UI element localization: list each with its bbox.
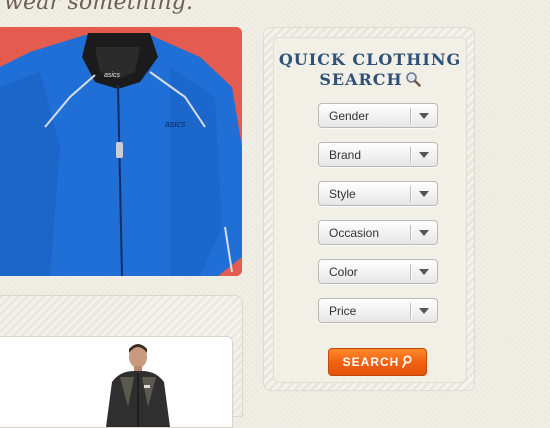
magnifier-icon <box>405 71 421 92</box>
search-button[interactable]: SEARCH <box>328 348 427 376</box>
chevron-down-icon <box>419 230 429 236</box>
select-divider <box>410 147 411 163</box>
brand-select[interactable]: Brand <box>318 142 438 167</box>
product-listing-panel <box>0 295 243 428</box>
search-icon <box>402 351 412 377</box>
select-divider <box>410 264 411 280</box>
style-select[interactable]: Style <box>318 181 438 206</box>
product-card[interactable] <box>0 336 233 428</box>
gender-select[interactable]: Gender <box>318 103 438 128</box>
price-select-label: Price <box>329 304 357 318</box>
quick-search-title-line2: SEARCH <box>274 70 466 92</box>
collar-brand-mark: asics <box>104 72 120 79</box>
select-divider <box>410 108 411 124</box>
quick-search-panel: QUICK CLOTHING SEARCH Gender Brand Style… <box>273 37 467 383</box>
quick-search-title-text: SEARCH <box>319 70 403 89</box>
style-select-label: Style <box>329 187 356 201</box>
featured-product-image[interactable]: asics asics <box>0 27 242 276</box>
select-divider <box>410 303 411 319</box>
brand-select-label: Brand <box>329 148 362 162</box>
chevron-down-icon <box>419 113 429 119</box>
color-select[interactable]: Color <box>318 259 438 284</box>
quick-search-widget: QUICK CLOTHING SEARCH Gender Brand Style… <box>263 27 475 391</box>
tagline: wear something. <box>4 0 194 15</box>
model-photo <box>0 337 232 427</box>
quick-search-title-line1: QUICK CLOTHING <box>278 50 462 69</box>
chest-brand-mark: asics <box>165 119 186 129</box>
jacket-illustration: asics asics <box>0 27 242 276</box>
chevron-down-icon <box>419 308 429 314</box>
search-button-label: SEARCH <box>342 355 400 369</box>
chevron-down-icon <box>419 191 429 197</box>
price-select[interactable]: Price <box>318 298 438 323</box>
color-select-label: Color <box>329 265 358 279</box>
chevron-down-icon <box>419 152 429 158</box>
occasion-select-label: Occasion <box>329 226 380 240</box>
select-divider <box>410 186 411 202</box>
select-divider <box>410 225 411 241</box>
occasion-select[interactable]: Occasion <box>318 220 438 245</box>
chevron-down-icon <box>419 269 429 275</box>
gender-select-label: Gender <box>329 109 370 123</box>
